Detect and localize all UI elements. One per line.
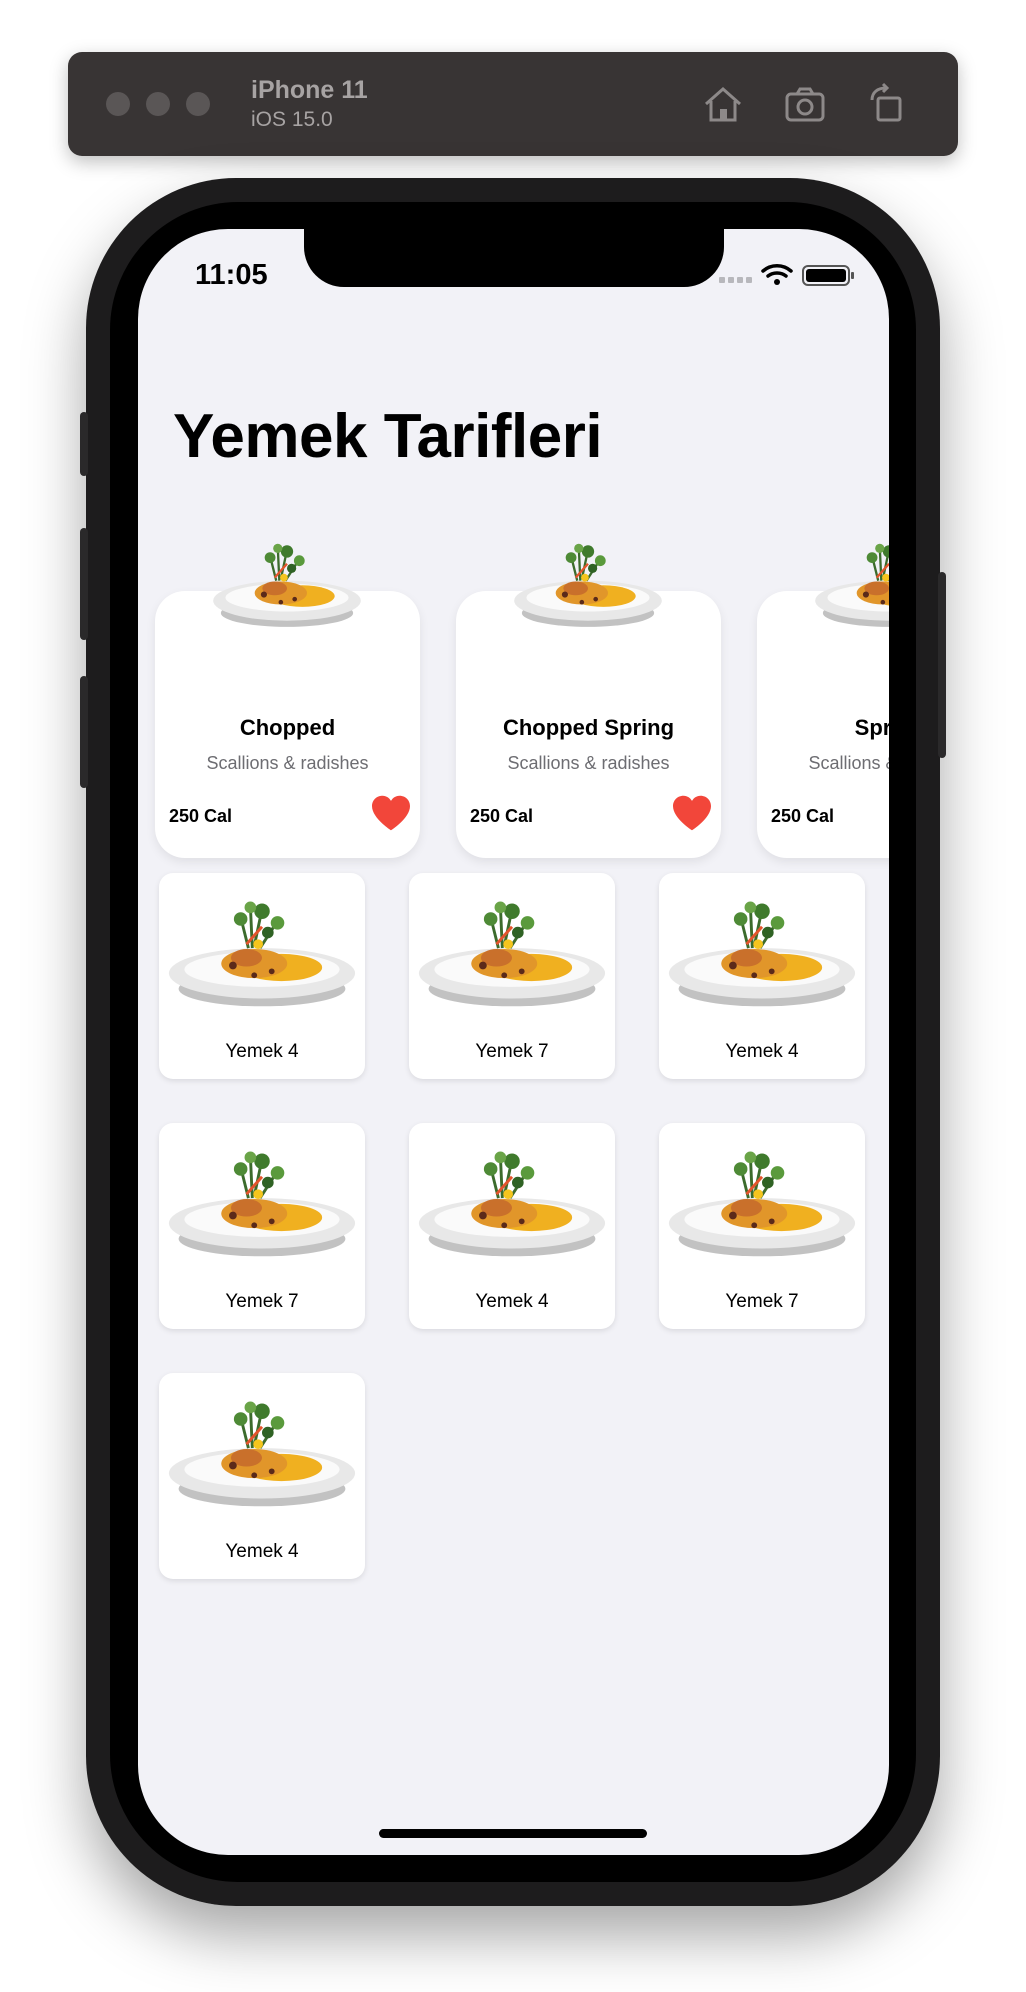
zoom-window-button[interactable] — [186, 92, 210, 116]
recipe-grid-label: Yemek 7 — [225, 1291, 299, 1312]
recipe-grid-item[interactable]: Yemek 7 — [409, 873, 615, 1079]
featured-card-calories: 250 Cal — [169, 806, 233, 826]
heart-icon[interactable] — [671, 794, 713, 832]
volume-down-button — [80, 676, 88, 788]
dish-image — [665, 1137, 859, 1265]
heart-icon[interactable] — [370, 794, 412, 832]
recipe-grid-label: Yemek 7 — [475, 1041, 549, 1062]
featured-card-title: Spring — [854, 715, 889, 740]
device-name: iPhone 11 — [251, 76, 368, 104]
app-screen: 11:05 Yemek Tarifleri Chopped Scallions … — [138, 229, 889, 1855]
featured-card-calories: 250 Cal — [771, 806, 835, 826]
recipe-grid-item[interactable]: Yemek 7 — [159, 1123, 365, 1329]
dish-image — [165, 887, 359, 1015]
featured-card-subtitle: Scallions & radishes — [808, 753, 889, 773]
dish-image — [415, 1137, 609, 1265]
simulator-toolbar: iPhone 11 iOS 15.0 — [68, 52, 958, 156]
dish-image — [415, 887, 609, 1015]
rotate-icon[interactable] — [864, 82, 910, 126]
dish-image — [165, 1137, 359, 1265]
mute-switch — [80, 412, 88, 476]
featured-card-title: Chopped Spring — [502, 715, 675, 740]
home-indicator[interactable] — [379, 1829, 647, 1838]
close-window-button[interactable] — [106, 92, 130, 116]
featured-card-subtitle: Scallions & radishes — [206, 753, 369, 773]
page-title: Yemek Tarifleri — [173, 402, 603, 471]
featured-card[interactable]: Chopped Scallions & radishes 250 Cal — [155, 591, 420, 858]
status-icons — [719, 264, 854, 286]
dish-image — [508, 533, 668, 633]
recipe-grid-label: Yemek 4 — [225, 1041, 299, 1062]
dish-image — [207, 533, 367, 633]
dish-image — [665, 887, 859, 1015]
recipe-grid-label: Yemek 7 — [725, 1291, 799, 1312]
recipe-grid-item[interactable]: Yemek 7 — [659, 1123, 865, 1329]
status-time: 11:05 — [195, 259, 268, 291]
featured-card[interactable]: Spring Scallions & radishes 250 Cal — [757, 591, 889, 858]
notch — [304, 229, 724, 287]
recipe-grid-label: Yemek 4 — [225, 1541, 299, 1562]
screenshot-icon[interactable] — [782, 82, 828, 126]
battery-icon — [802, 265, 854, 286]
recipe-grid-label: Yemek 4 — [725, 1041, 799, 1062]
recipe-grid-item[interactable]: Yemek 4 — [159, 873, 365, 1079]
minimize-window-button[interactable] — [146, 92, 170, 116]
featured-card-subtitle: Scallions & radishes — [507, 753, 670, 773]
recipe-grid-item[interactable]: Yemek 4 — [659, 873, 865, 1079]
power-button — [938, 572, 946, 758]
cellular-signal-icon — [719, 277, 752, 283]
dish-image — [809, 533, 889, 633]
os-version: iOS 15.0 — [251, 108, 333, 131]
featured-card[interactable]: Chopped Spring Scallions & radishes 250 … — [456, 591, 721, 858]
dish-image — [165, 1387, 359, 1515]
recipe-grid-label: Yemek 4 — [475, 1291, 549, 1312]
recipe-grid-item[interactable]: Yemek 4 — [159, 1373, 365, 1579]
featured-carousel[interactable]: Chopped Scallions & radishes 250 Cal Cho… — [138, 509, 889, 869]
recipe-grid-item[interactable]: Yemek 4 — [409, 1123, 615, 1329]
featured-card-title: Chopped — [239, 715, 336, 740]
featured-card-calories: 250 Cal — [470, 806, 534, 826]
home-icon[interactable] — [700, 82, 746, 126]
volume-up-button — [80, 528, 88, 640]
wifi-icon — [761, 264, 793, 285]
